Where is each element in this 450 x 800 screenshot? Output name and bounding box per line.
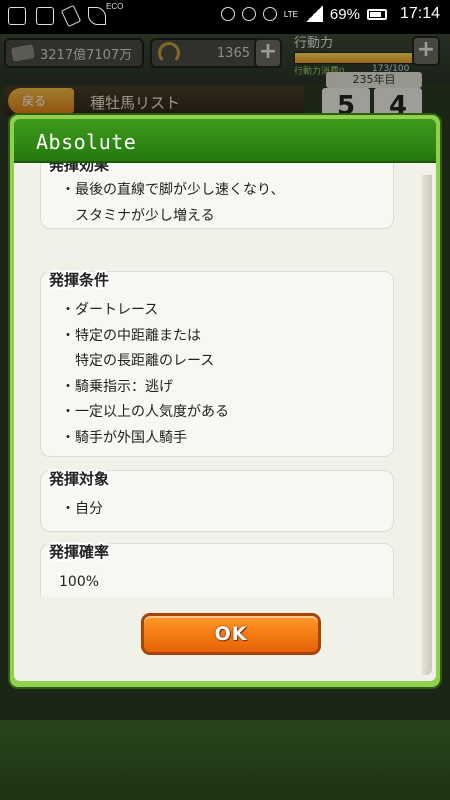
battery-percent: 69% <box>329 5 360 23</box>
section-target: 発揮対象 ・自分 <box>40 470 394 532</box>
clock: 17:14 <box>399 5 440 22</box>
section-lines: ・自分 <box>61 497 103 523</box>
image-notification-icon <box>36 7 54 25</box>
section-lines: 100% <box>59 570 99 596</box>
section-line: 100% <box>59 574 100 590</box>
section-probability: 発揮確率 100% <box>40 543 394 597</box>
dialog-header: Absolute <box>14 119 436 163</box>
section-lines: ・ダートレース ・特定の中距離または 特定の長距離のレース ・騎乗指示：逃げ ・… <box>61 298 229 451</box>
dialog-title: Absolute <box>36 130 137 154</box>
eco-leaf-icon <box>88 7 106 25</box>
section-heading: 発揮条件 <box>49 271 110 289</box>
battery-icon <box>366 8 387 20</box>
signal-icon <box>304 6 323 22</box>
page-edge <box>422 175 432 675</box>
skill-detail-dialog: Absolute 発揮効果 ・最後の直線で脚が少し速くなり、 スタミナが少し増え… <box>8 113 442 689</box>
section-condition: 発揮条件 ・ダートレース ・特定の中距離または 特定の長距離のレース ・騎乗指示… <box>40 271 394 457</box>
section-line: 特定の長距離のレース <box>61 353 215 369</box>
network-type: LTE <box>283 9 298 19</box>
gallery-notification-icon <box>8 7 26 25</box>
section-line: ・騎手が外国人騎手 <box>61 429 187 446</box>
voicemail-icon <box>220 7 235 21</box>
section-effect: 発揮効果 ・最後の直線で脚が少し速くなり、 スタミナが少し増える <box>40 163 394 229</box>
section-line: ・ダートレース <box>61 302 159 318</box>
section-heading: 発揮対象 <box>49 470 110 488</box>
skill-detail-scroll[interactable]: 発揮効果 ・最後の直線で脚が少し速くなり、 スタミナが少し増える 発揮条件 ・ダ… <box>14 163 432 597</box>
section-heading: 発揮効果 <box>49 163 110 174</box>
eco-label: ECO <box>106 2 124 11</box>
section-line: ・騎乗指示：逃げ <box>61 378 173 395</box>
system-indicators: LTE 69% 17:14 <box>220 5 440 23</box>
section-heading: 発揮確率 <box>49 543 110 561</box>
ok-button[interactable]: OK <box>141 613 321 655</box>
dialog-body: 発揮効果 ・最後の直線で脚が少し速くなり、 スタミナが少し増える 発揮条件 ・ダ… <box>14 163 436 681</box>
notification-icons: ECO <box>8 2 123 28</box>
section-line: ・自分 <box>61 501 103 517</box>
rotate-phone-icon <box>60 4 82 28</box>
ok-button-label: OK <box>214 623 248 645</box>
section-line: ・特定の中距離または <box>61 327 201 344</box>
heart-icon <box>262 7 277 21</box>
status-bar: ECO LTE 69% 17:14 <box>0 0 450 34</box>
section-line: ・一定以上の人気度がある <box>61 404 229 420</box>
section-line: スタミナが少し増える <box>61 207 215 224</box>
section-line: ・最後の直線で脚が少し速くなり、 <box>61 182 285 198</box>
section-lines: ・最後の直線で脚が少し速くなり、 スタミナが少し増える <box>61 178 284 229</box>
bluetooth-icon <box>241 7 256 21</box>
